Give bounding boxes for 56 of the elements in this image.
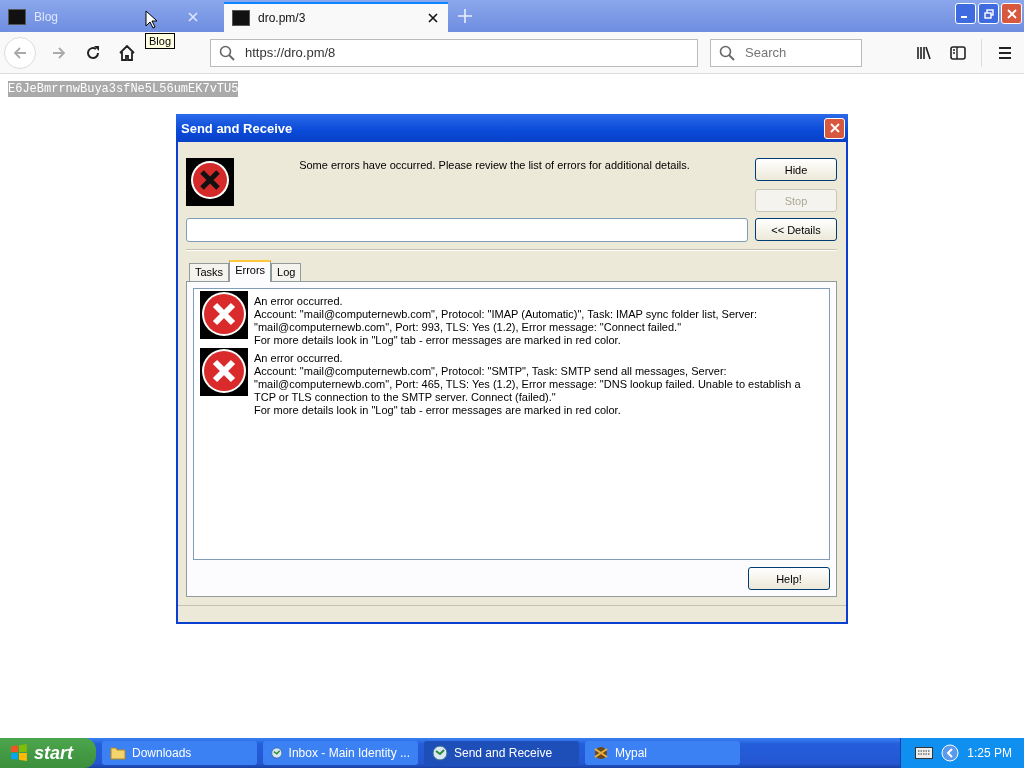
- help-button[interactable]: Help!: [748, 567, 830, 590]
- start-button[interactable]: start: [0, 738, 96, 768]
- error-detail: For more details look in "Log" tab - error messages are marked in red color.: [254, 334, 622, 347]
- app-icon: [593, 745, 609, 761]
- error-icon: [200, 291, 248, 339]
- error-summary: Some errors have occurred. Please review the list of errors for additional details.: [298, 158, 691, 173]
- error-heading: An error occurred.: [254, 295, 344, 308]
- site-icon: [232, 10, 250, 26]
- clock: 1:25 PM: [967, 746, 1012, 760]
- taskbar-item[interactable]: Send and Receive: [424, 741, 579, 765]
- home-icon[interactable]: [119, 44, 135, 61]
- restore-button[interactable]: [978, 3, 999, 24]
- details-button[interactable]: << Details: [755, 218, 837, 241]
- error-detail: Account: "mail@computernewb.com", Protocol: "SMTP", Task: SMTP send all messages, Server:: [254, 365, 728, 378]
- sidebar-icon[interactable]: [950, 44, 966, 61]
- close-button[interactable]: [824, 117, 845, 139]
- tab[interactable]: Errors: [229, 260, 272, 282]
- error-heading: An error occurred.: [254, 352, 344, 365]
- windows-logo-icon: [10, 744, 28, 762]
- folder-icon: [110, 745, 126, 761]
- back-arrow-icon: [12, 44, 28, 61]
- search-icon: [719, 44, 735, 61]
- keyboard-icon: [915, 747, 934, 759]
- error-detail: TCP or TLS connection to the SMTP server. Connect (failed).": [254, 391, 557, 404]
- taskbar-item[interactable]: Downloads: [102, 741, 257, 765]
- taskbar-item[interactable]: Mypal: [585, 741, 740, 765]
- restore-icon: [983, 8, 994, 19]
- close-icon[interactable]: [428, 13, 438, 23]
- tab[interactable]: Log: [271, 263, 302, 281]
- close-icon: [829, 123, 840, 133]
- cursor-icon: [145, 10, 157, 29]
- error-detail: "mail@computernewb.com", Port: 993, TLS: Yes (1.2), Error message: "Connect failed.": [254, 321, 683, 334]
- error-icon: [200, 348, 248, 396]
- menu-icon[interactable]: [997, 44, 1013, 61]
- reload-icon[interactable]: [85, 44, 101, 61]
- tooltip: Blog: [145, 33, 176, 49]
- close-icon: [1006, 8, 1017, 19]
- tab[interactable]: Tasks: [189, 263, 230, 281]
- error-detail: For more details look in "Log" tab - error messages are marked in red color.: [254, 404, 622, 417]
- error-icon: [186, 158, 234, 206]
- error-detail: Account: "mail@computernewb.com", Protocol: "IMAP (Automatic)", Task: IMAP sync folder list, Server:: [254, 308, 757, 321]
- search-field[interactable]: Search: [710, 38, 862, 67]
- minimize-button[interactable]: [955, 3, 976, 24]
- chevron-icon[interactable]: [941, 744, 960, 762]
- library-icon[interactable]: [916, 44, 932, 61]
- minimize-icon: [960, 15, 967, 18]
- dialog-title: Send and Receive: [181, 120, 294, 136]
- site-icon: [8, 9, 26, 25]
- browser-tab[interactable]: dro.pm/3: [224, 2, 448, 32]
- error-detail: "mail@computernewb.com", Port: 465, TLS: Yes (1.2), Error message: "DNS lookup failed. Unable to establish a: [254, 378, 801, 391]
- address-bar[interactable]: https://dro.pm/8: [210, 38, 698, 67]
- close-button[interactable]: [1001, 3, 1022, 24]
- hide-button[interactable]: Hide: [755, 158, 837, 181]
- search-icon: [219, 44, 235, 61]
- selected-text: E6JeBmrrnwBuya3sfNe5L56umEK7vTU5: [8, 81, 239, 97]
- taskbar-item[interactable]: Inbox - Main Identity ...: [263, 741, 418, 765]
